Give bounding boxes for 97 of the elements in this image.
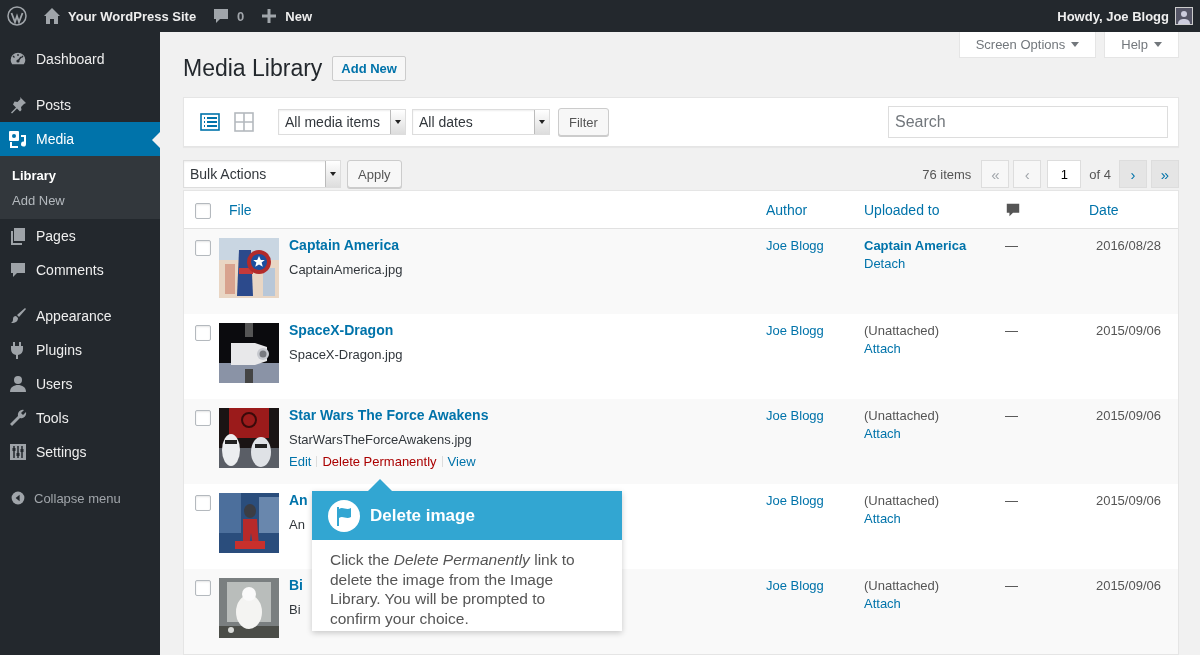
menu-item[interactable]: Comments (0, 253, 160, 287)
apply-button[interactable]: Apply (347, 160, 402, 188)
attach-link[interactable]: Attach (864, 426, 984, 441)
file-name: Bi (289, 602, 302, 617)
menu-item[interactable]: Settings (0, 435, 160, 469)
column-header[interactable]: Uploaded to (864, 201, 940, 218)
page-number-field[interactable]: 1 (1047, 160, 1082, 188)
menu-item[interactable]: Tools (0, 401, 160, 435)
wrench-icon (8, 408, 28, 428)
unattached-label: (Unattached) (864, 408, 941, 423)
bulk-actions-select[interactable]: Bulk Actions (183, 160, 341, 188)
checkbox[interactable] (195, 495, 211, 511)
sliders-icon (8, 442, 28, 462)
user-icon (8, 374, 28, 394)
detach-link[interactable]: Detach (864, 256, 984, 271)
media-title-link[interactable]: An (289, 492, 308, 508)
attach-link[interactable]: Attach (864, 511, 984, 526)
grid-view-icon[interactable] (234, 112, 254, 133)
attach-link[interactable]: Attach (864, 341, 984, 356)
date-text: 2015/09/06 (1095, 323, 1161, 338)
new-link[interactable]: New (285, 8, 313, 24)
attach-link[interactable]: Attach (864, 596, 984, 611)
pages-icon (8, 226, 28, 246)
flag-icon (327, 498, 361, 533)
date-text: 2015/09/06 (1095, 408, 1161, 423)
parent-post-link[interactable]: Captain America (864, 238, 984, 253)
page-button[interactable]: » (1151, 160, 1179, 188)
avatar-icon[interactable] (1175, 7, 1193, 25)
item-count: 76 items (922, 166, 972, 182)
media-icon (8, 129, 28, 149)
author-link[interactable]: Joe Blogg (766, 408, 824, 423)
speech-bubble-icon (1005, 201, 1021, 218)
pointer-text: Click the Delete Permanently link to delete the image from the Image Library. You will be prompted to confirm your choice. (330, 551, 575, 627)
page-button[interactable]: › (1119, 160, 1147, 188)
pointer-title: Delete image (370, 505, 475, 526)
comment-count: — (1005, 493, 1018, 508)
file-name: SpaceX-Dragon.jpg (289, 347, 403, 362)
media-title-link[interactable]: Bi (289, 577, 303, 593)
pushpin-icon (8, 95, 28, 115)
media-title-link[interactable]: Star Wars The Force Awakens (289, 407, 489, 423)
submenu-item[interactable]: Add New (0, 188, 160, 213)
unattached-label: (Unattached) (864, 493, 941, 508)
date-text: 2015/09/06 (1095, 578, 1161, 593)
file-name: StarWarsTheForceAwakens.jpg (289, 432, 473, 447)
file-name: An (289, 517, 306, 532)
page-title: Media Library (183, 54, 323, 82)
list-view-icon[interactable] (200, 112, 220, 133)
author-link[interactable]: Joe Blogg (766, 238, 824, 253)
column-header[interactable]: Date (1089, 201, 1119, 218)
column-header[interactable]: File (229, 201, 252, 218)
page-total: of 4 (1089, 166, 1111, 182)
comment-count: — (1005, 408, 1018, 423)
comment-count[interactable]: 0 (237, 8, 245, 24)
row-action-link[interactable]: View (447, 454, 476, 469)
author-link[interactable]: Joe Blogg (766, 493, 824, 508)
unattached-label: (Unattached) (864, 578, 941, 593)
site-name-link[interactable]: Your WordPress Site (68, 8, 197, 24)
menu-item[interactable]: Users (0, 367, 160, 401)
comment-count: — (1005, 578, 1018, 593)
unattached-label: (Unattached) (864, 323, 941, 338)
date-text: 2016/08/28 (1095, 238, 1161, 253)
row-action-link[interactable]: Edit (289, 454, 312, 469)
screen-meta-tab[interactable]: Screen Options (958, 32, 1097, 59)
column-header[interactable]: Author (766, 201, 808, 218)
submenu-item[interactable]: Library (0, 163, 160, 188)
collapse-menu-button[interactable]: Collapse menu (0, 481, 160, 515)
menu-item[interactable]: Media (0, 122, 160, 156)
date-text: 2015/09/06 (1095, 493, 1161, 508)
checkbox[interactable] (195, 410, 211, 426)
home-icon (42, 6, 62, 26)
paintbrush-icon (8, 306, 28, 326)
date-select[interactable]: All dates (412, 109, 550, 136)
comment-count: — (1005, 323, 1018, 338)
greeting-link[interactable]: Howdy, Joe Blogg (1057, 8, 1169, 24)
menu-item[interactable]: Pages (0, 219, 160, 253)
checkbox[interactable] (195, 240, 211, 256)
comment-count: — (1005, 238, 1018, 253)
search-field[interactable]: Search (888, 106, 1168, 139)
filter-button[interactable]: Filter (558, 108, 609, 137)
media-title-link[interactable]: SpaceX-Dragon (289, 322, 394, 338)
speech-bubble-icon (8, 260, 28, 280)
media-title-link[interactable]: Captain America (289, 237, 399, 253)
author-link[interactable]: Joe Blogg (766, 578, 824, 593)
menu-item[interactable]: Plugins (0, 333, 160, 367)
checkbox[interactable] (195, 580, 211, 596)
file-name: CaptainAmerica.jpg (289, 262, 403, 277)
checkbox[interactable] (195, 202, 211, 219)
add-new-button[interactable]: Add New (332, 55, 406, 81)
menu-item[interactable]: Appearance (0, 299, 160, 333)
menu-item[interactable]: Posts (0, 88, 160, 122)
wordpress-logo-icon (7, 6, 27, 26)
menu-item[interactable]: Dashboard (0, 42, 160, 76)
author-link[interactable]: Joe Blogg (766, 323, 824, 338)
delete-link[interactable]: Delete Permanently (322, 454, 437, 469)
checkbox[interactable] (195, 325, 211, 341)
media-type-select[interactable]: All media items (278, 109, 406, 136)
screen-meta-tab[interactable]: Help (1104, 32, 1179, 59)
